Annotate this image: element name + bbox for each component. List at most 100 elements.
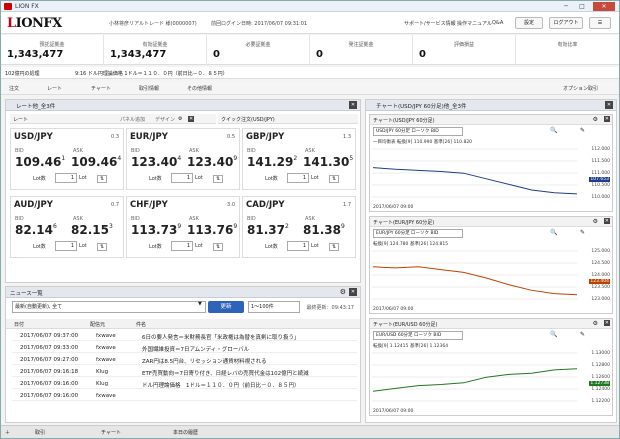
- support-link[interactable]: サポート/サービス情報: [404, 20, 456, 27]
- last-login: 前回ログイン日時: 2017/06/07 09:31:01: [211, 21, 308, 27]
- table-row[interactable]: 2017/06/07 09:27:00 fxwave ZAR円は8.5円台、リセッシ…: [12, 355, 357, 365]
- menu-options[interactable]: オプション取引: [563, 85, 598, 92]
- slip-icon[interactable]: ⇅: [213, 175, 224, 183]
- table-row[interactable]: 2017/06/07 09:33:00 fxwave 外国繊維投資＝7日アムンディ・…: [12, 343, 357, 353]
- close-icon[interactable]: ✕: [603, 218, 610, 224]
- quick-order-bar: クイック注文(USD/JPY): [218, 114, 358, 124]
- ask-price[interactable]: 109.464: [71, 155, 121, 169]
- qa-link[interactable]: Q&A: [492, 20, 503, 26]
- ask-price[interactable]: 141.305: [303, 155, 353, 169]
- chart-pair-select[interactable]: USD/JPY 60分足 ローソク BID: [373, 127, 463, 136]
- lot-unit: Lot: [79, 243, 87, 249]
- lot-input[interactable]: 1: [287, 241, 309, 251]
- lot-input[interactable]: 1: [55, 173, 77, 183]
- gear-icon[interactable]: ⚙: [593, 116, 598, 123]
- slip-icon[interactable]: ⇅: [97, 243, 108, 251]
- pencil-icon[interactable]: ✎: [580, 127, 585, 134]
- rate-pair[interactable]: CHF/JPY: [130, 200, 168, 210]
- rate-pair[interactable]: GBP/JPY: [246, 132, 284, 142]
- lot-input[interactable]: 1: [171, 173, 193, 183]
- settings-button[interactable]: 設定: [515, 17, 543, 29]
- pencil-icon[interactable]: ✎: [580, 229, 585, 236]
- ask-price[interactable]: 82.153: [71, 223, 113, 237]
- bottom-tab-chart[interactable]: チャート: [101, 429, 121, 436]
- menu-other-info[interactable]: その他情報: [187, 85, 212, 92]
- close-icon[interactable]: ✕: [188, 116, 195, 122]
- chart-axis-label: 110.000: [591, 195, 610, 200]
- bottom-tab-trade[interactable]: 取引: [35, 429, 45, 436]
- bid-price[interactable]: 81.372: [247, 223, 289, 237]
- zoom-icon[interactable]: 🔍: [550, 127, 557, 134]
- plus-icon[interactable]: ＋: [5, 429, 10, 436]
- news-ticker[interactable]: 102億円の処理 9:16 ドル円理論価格 1ドル＝１１０．０円（前日比－０．８…: [1, 67, 619, 79]
- news-range-select[interactable]: 1〜100件: [248, 301, 300, 313]
- add-panel-link[interactable]: パネル追加: [120, 116, 145, 123]
- table-row[interactable]: 2017/06/07 09:37:00 fxwave 6日の要人発言＝米財務長官「米…: [12, 331, 357, 341]
- close-icon[interactable]: ✕: [603, 116, 610, 122]
- logout-button[interactable]: ログアウト: [549, 17, 583, 29]
- ask-price[interactable]: 113.769: [187, 223, 237, 237]
- manual-link[interactable]: 操作マニュアル: [457, 20, 492, 27]
- header-menu-icon[interactable]: ☰: [589, 17, 611, 29]
- news-date: 2017/06/07 09:16:00: [20, 381, 79, 387]
- pencil-icon[interactable]: ✎: [580, 331, 585, 338]
- news-filter-select[interactable]: 最新(自動更新), 全て: [12, 301, 206, 313]
- bid-price[interactable]: 109.461: [15, 155, 65, 169]
- lot-unit: Lot: [79, 175, 87, 181]
- news-panel-close-icon[interactable]: ✕: [349, 288, 357, 296]
- table-row[interactable]: 2017/06/07 09:16:00 Klug ドル円理論価格 1ドル＝１１０．０…: [12, 379, 357, 389]
- chart-plot[interactable]: [372, 146, 578, 206]
- zoom-icon[interactable]: 🔍: [550, 331, 557, 338]
- bid-price[interactable]: 141.292: [247, 155, 297, 169]
- news-source: Klug: [96, 381, 109, 387]
- slip-icon[interactable]: ⇅: [329, 175, 340, 183]
- rates-panel-close-icon[interactable]: ✕: [349, 101, 357, 109]
- rate-pair[interactable]: CAD/JPY: [246, 200, 285, 210]
- gear-icon[interactable]: ⚙: [178, 116, 182, 122]
- lot-input[interactable]: 1: [171, 241, 193, 251]
- close-icon[interactable]: ✕: [603, 320, 610, 326]
- rate-pair[interactable]: USD/JPY: [14, 132, 53, 142]
- rates-tab[interactable]: レート: [13, 116, 28, 123]
- minimize-button[interactable]: ─: [559, 2, 573, 11]
- menu-trade-info[interactable]: 取引情報: [139, 85, 159, 92]
- bottom-tab-history[interactable]: 本日の履歴: [173, 429, 198, 436]
- maximize-button[interactable]: □: [575, 2, 589, 11]
- lot-input[interactable]: 1: [287, 173, 309, 183]
- lot-label: Lot数: [33, 244, 46, 250]
- lot-unit: Lot: [195, 175, 203, 181]
- slip-icon[interactable]: ⇅: [329, 243, 340, 251]
- bid-price[interactable]: 113.739: [131, 223, 181, 237]
- close-button[interactable]: ✕: [593, 2, 615, 11]
- rate-pair[interactable]: AUD/JPY: [14, 200, 53, 210]
- lot-input[interactable]: 1: [55, 241, 77, 251]
- main-menu: 注文 レート チャート 取引情報 その他情報 オプション取引: [1, 81, 619, 95]
- menu-rate[interactable]: レート: [47, 85, 62, 92]
- chart-pair-select[interactable]: EUR/USD 60分足 ローソク BID: [373, 331, 463, 340]
- table-row[interactable]: 2017/06/07 09:16:18 Klug ETF売買動向＝7日寄り付き、日経…: [12, 367, 357, 377]
- chart-plot[interactable]: [372, 248, 578, 308]
- ask-price[interactable]: 123.409: [187, 155, 237, 169]
- gear-icon[interactable]: ⚙: [340, 288, 346, 296]
- news-panel: ニュース一覧 ⚙ ✕ 最新(自動更新), 全て ▼ 更新 1〜100件 最終更新…: [5, 286, 361, 423]
- bid-price[interactable]: 82.146: [15, 223, 57, 237]
- ask-price[interactable]: 81.389: [303, 223, 345, 237]
- menu-order[interactable]: 注文: [9, 85, 19, 92]
- chart-pair-select[interactable]: EUR/JPY 60分足 ローソク BID: [373, 229, 463, 238]
- slip-icon[interactable]: ⇅: [213, 243, 224, 251]
- news-update-button[interactable]: 更新: [208, 301, 244, 313]
- design-link[interactable]: デザイン: [155, 116, 175, 123]
- rates-tab-bar: レート パネル追加 デザイン ⚙ ✕: [10, 114, 216, 124]
- rate-pair[interactable]: EUR/JPY: [130, 132, 168, 142]
- menu-chart[interactable]: チャート: [91, 85, 111, 92]
- gear-icon[interactable]: ⚙: [593, 218, 598, 225]
- quick-order-label[interactable]: クイック注文(USD/JPY): [221, 116, 275, 123]
- bid-price[interactable]: 123.404: [131, 155, 181, 169]
- gear-icon[interactable]: ⚙: [593, 320, 598, 327]
- slip-icon[interactable]: ⇅: [97, 175, 108, 183]
- lot-label: Lot数: [149, 176, 162, 182]
- table-row[interactable]: 2017/06/07 09:16:00 fxwave: [12, 391, 357, 401]
- chart-plot[interactable]: [372, 350, 578, 410]
- charts-panel-close-icon[interactable]: ✕: [605, 101, 613, 109]
- zoom-icon[interactable]: 🔍: [550, 229, 557, 236]
